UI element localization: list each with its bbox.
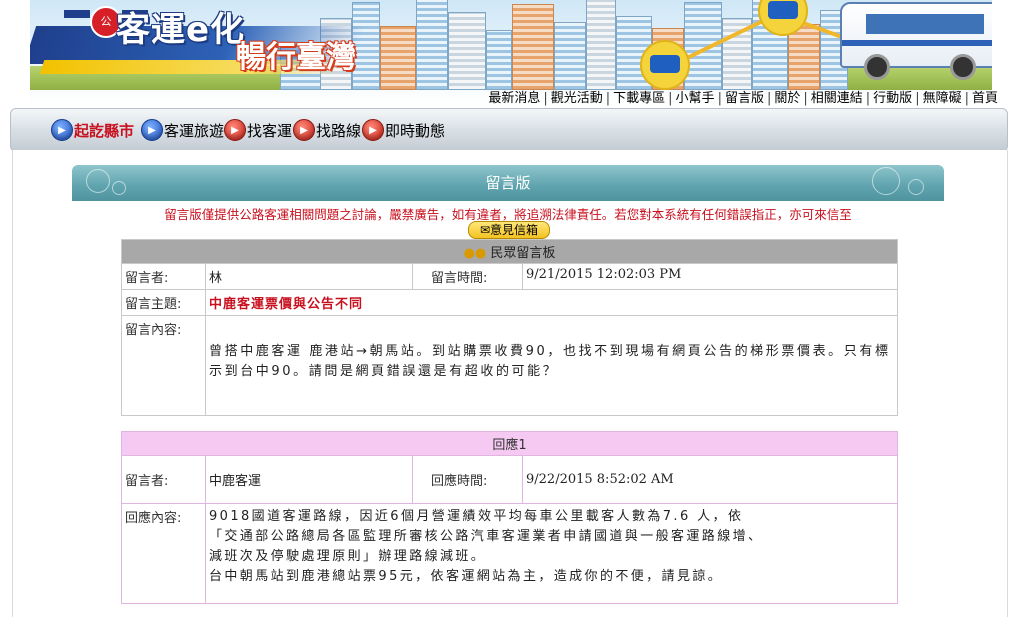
blue-arrow-icon: ▶ [51,119,73,141]
top-link-tourism[interactable]: 觀光活動 [551,91,603,106]
subject-label: 留言主題: [121,289,206,316]
skyline-building [554,22,586,90]
nav-item-origin-destination[interactable]: ▶ 起訖縣市 [51,119,134,141]
red-arrow-icon: ▶ [362,119,384,141]
top-link-accessibility[interactable]: 無障礙 [923,91,962,106]
top-link-helper[interactable]: 小幫手 [676,91,715,106]
decor-bubble [908,179,924,195]
message-time: 9/21/2015 12:02:03 PM [522,263,898,290]
skyline-building [512,4,554,90]
skyline-building [380,26,416,90]
reply-author: 中鹿客運 [205,455,413,504]
nav-item-find-route[interactable]: ▶ 找路線 [293,119,361,141]
nav-item-realtime[interactable]: ▶ 即時動態 [362,119,445,141]
nav-item-label: 客運旅遊 [164,121,225,140]
reply-line: 9018國道客運路線，因近6個月營運績效平均每車公里載客人數為7.6 人，依 [209,509,744,524]
people-icon: ●● [463,246,487,261]
logo-wing [64,10,90,18]
time-label: 留言時間: [412,263,523,290]
skyline-building [416,0,448,90]
message-subject: 中鹿客運票價與公告不同 [205,289,898,316]
bus-illustration [840,2,992,80]
top-link-mobile[interactable]: 行動版 [873,91,912,106]
top-link-about[interactable]: 關於 [774,91,800,106]
message-section-title: 民眾留言板 [490,246,556,261]
logo-subtitle: 暢行臺灣 [236,40,356,75]
skyline-building [448,12,486,90]
red-arrow-icon: ▶ [293,119,315,141]
reply-section-title: 回應1 [121,431,898,456]
top-link-related[interactable]: 相關連結 [811,91,863,106]
reply-author-label: 留言者: [121,455,206,504]
reply-line: 減班次及停駛處理原則」辦理路線減班。 [209,549,487,564]
decor-bubble [86,169,110,193]
reply-time-label: 回應時間: [412,455,523,504]
author-label: 留言者: [121,263,206,290]
nav-item-label: 即時動態 [385,121,446,140]
reply-content-label: 回應內容: [121,503,206,604]
board-title: 留言版 [485,174,531,192]
top-link-news[interactable]: 最新消息 [488,91,540,106]
blue-arrow-icon: ▶ [141,119,163,141]
reply-line: 「交通部公路總局各區監理所審核公路汽車客運業者申請國道與一般客運路線增、 [209,529,764,544]
nav-item-bus-travel[interactable]: ▶ 客運旅遊 [141,119,224,141]
top-link-home[interactable]: 首頁 [972,91,998,106]
nav-item-label: 起訖縣市 [74,121,135,140]
message-author: 林 [205,263,413,290]
top-link-message-board[interactable]: 留言版 [725,91,764,106]
nav-item-label: 找路線 [316,121,362,140]
reply-content: 9018國道客運路線，因近6個月營運績效平均每車公里載客人數為7.6 人，依 「… [205,503,898,604]
reply-table: 回應1 留言者: 中鹿客運 回應時間: 9/22/2015 8:52:02 AM… [121,431,898,604]
bus-stop-icon [640,40,690,90]
nav-item-label: 找客運 [247,121,293,140]
content-label: 留言內容: [121,315,206,416]
reply-line: 台中朝馬站到鹿港總站票95元，依客運網站為主，造成你的不便，請見諒。 [209,569,724,584]
top-links: 最新消息 | 觀光活動 | 下載專區 | 小幫手 | 留言版 | 關於 | 相關連結 | 行動版 | 無障礙 | 首… [488,91,998,106]
skyline-building [586,0,616,90]
board-title-bar: 留言版 [72,165,944,201]
skyline-building [684,2,722,90]
skyline-building [486,30,512,90]
red-arrow-icon: ▶ [224,119,246,141]
main-nav: ▶ 起訖縣市 ▶ 客運旅遊 ▶ 找客運 ▶ 找路線 ▶ 即時動態 [10,108,1008,152]
decor-bubble [872,167,900,195]
top-link-downloads[interactable]: 下載專區 [613,91,665,106]
nav-item-find-bus[interactable]: ▶ 找客運 [224,119,292,141]
reply-time: 9/22/2015 8:52:02 AM [522,455,898,504]
message-content: 曾搭中鹿客運 鹿港站→朝馬站。到站購票收費90，也找不到現場有網頁公告的梯形票價… [205,315,898,416]
message-table: ●● 民眾留言板 留言者: 林 留言時間: 9/21/2015 12:02:03… [121,239,898,416]
decor-bubble [112,181,126,195]
feedback-mailbox-button[interactable]: ✉意見信箱 [468,221,550,239]
logo-title[interactable]: 客運e化 [116,2,245,51]
message-section-header: ●● 民眾留言板 [121,239,898,264]
